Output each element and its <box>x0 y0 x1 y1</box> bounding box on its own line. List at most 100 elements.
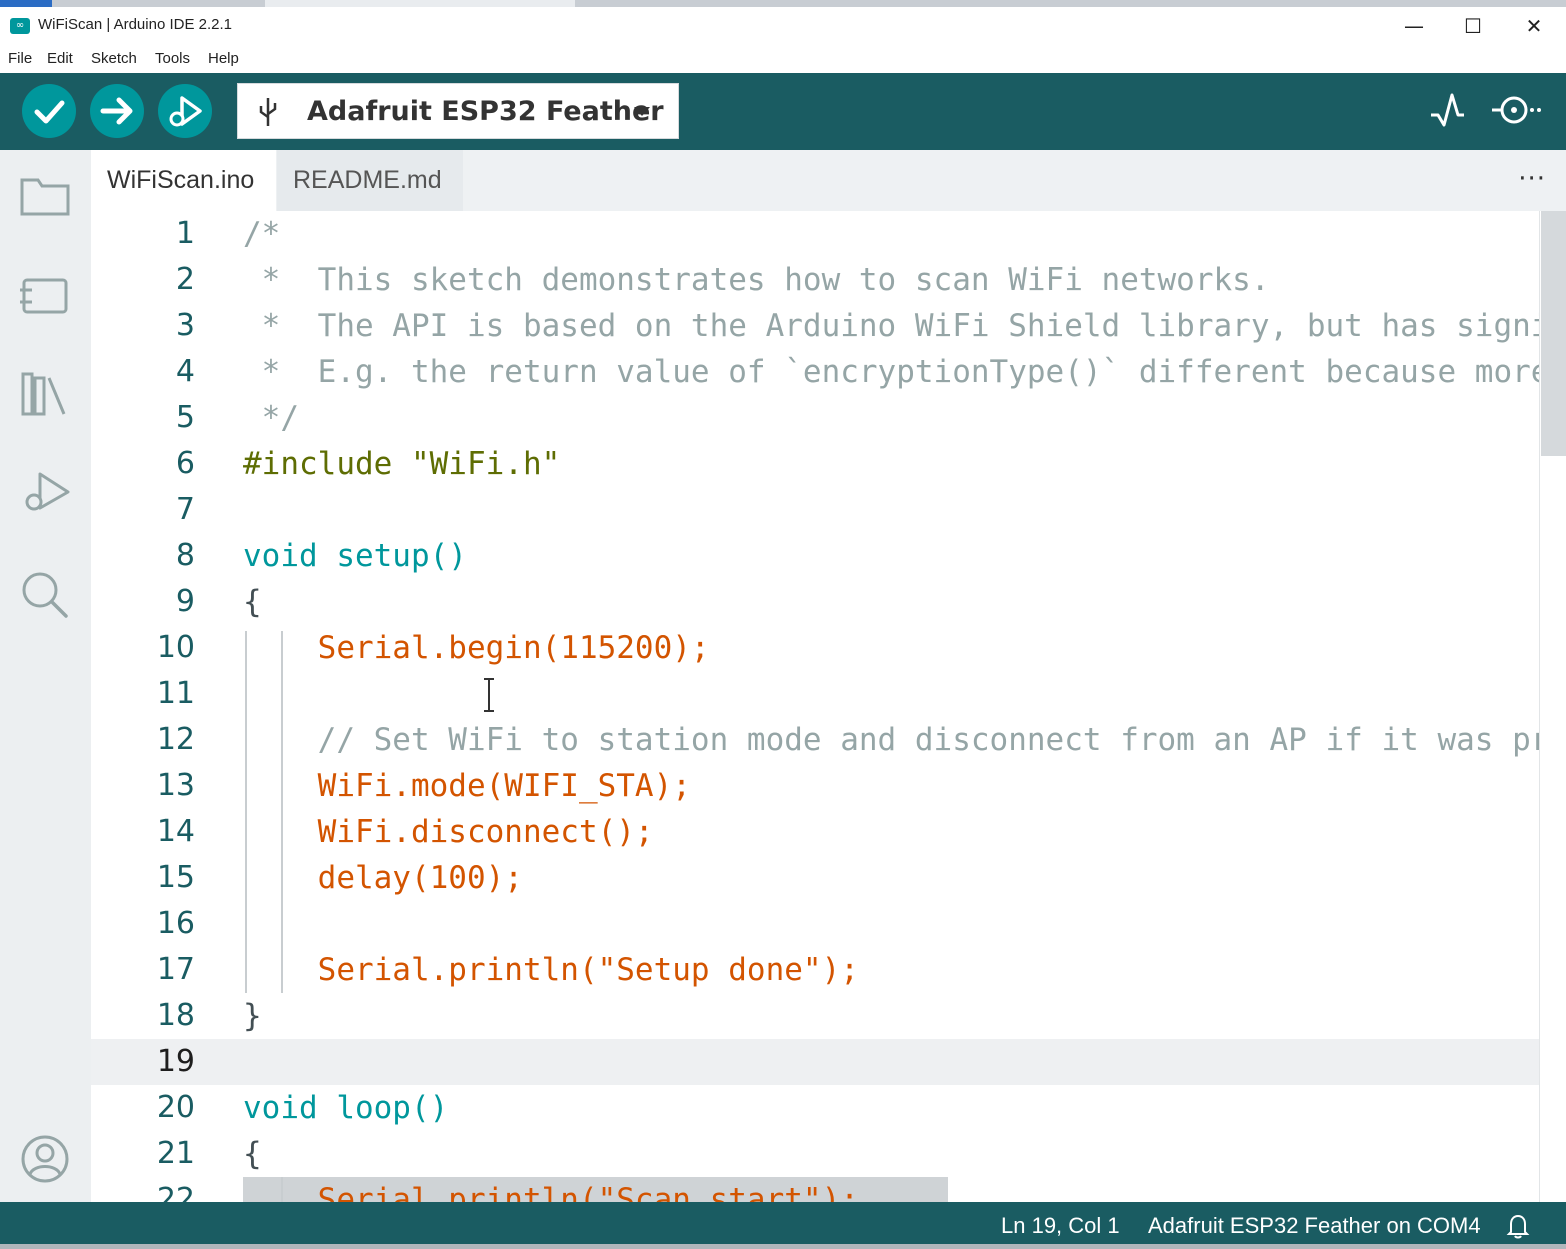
chevron-down-icon <box>634 107 650 116</box>
verify-icon <box>34 100 65 124</box>
code-line: 20 void loop() <box>91 1085 1539 1131</box>
code-editor[interactable]: 1 /* 2 * This sketch demonstrates how to … <box>91 211 1566 1202</box>
code-line: 11 <box>91 671 1539 717</box>
code-line: 3 * The API is based on the Arduino WiFi… <box>91 303 1550 349</box>
code-text: * The API is based on the Arduino WiFi S… <box>243 308 1550 344</box>
code-line: 5 */ <box>91 395 1539 441</box>
code-text: #include "WiFi.h" <box>243 446 561 482</box>
line-number: 2 <box>175 262 195 297</box>
maximize-button[interactable]: ☐ <box>1443 7 1503 45</box>
code-text: } <box>243 998 262 1034</box>
line-number: 20 <box>156 1090 195 1125</box>
menu-help[interactable]: Help <box>208 50 239 67</box>
code-line: 8 void setup() <box>91 533 1539 579</box>
vertical-scrollbar[interactable] <box>1539 211 1566 1202</box>
board-selector[interactable]: Adafruit ESP32 Feather <box>237 83 679 139</box>
line-number: 8 <box>175 538 195 573</box>
line-number: 15 <box>156 860 195 895</box>
line-number: 3 <box>175 308 195 343</box>
code-text: WiFi.disconnect(); <box>243 814 654 850</box>
arduino-app-icon: ∞ <box>10 18 30 34</box>
text-cursor-icon <box>484 678 494 712</box>
code-text: WiFi.mode(WIFI_STA); <box>243 768 691 804</box>
code-text: Serial.println("Setup done"); <box>243 952 859 988</box>
status-bar: Ln 19, Col 1 Adafruit ESP32 Feather on C… <box>0 1202 1566 1249</box>
code-text: void loop() <box>243 1090 449 1126</box>
menu-bar: File Edit Sketch Tools Help <box>0 45 1566 73</box>
code-line: 1 /* <box>91 211 1539 257</box>
line-number: 13 <box>156 768 195 803</box>
menu-sketch[interactable]: Sketch <box>91 50 137 67</box>
editor-tabs: WiFiScan.ino README.md ··· <box>91 150 1566 211</box>
debug-icon <box>169 96 202 127</box>
library-manager-icon[interactable] <box>18 368 72 418</box>
upload-button[interactable] <box>90 84 144 138</box>
code-line: 14 WiFi.disconnect(); <box>91 809 1539 855</box>
code-line: 10 Serial.begin(115200); <box>91 625 1539 671</box>
line-number: 14 <box>156 814 195 849</box>
board-name: Adafruit ESP32 Feather <box>307 96 664 127</box>
code-line: 17 Serial.println("Setup done"); <box>91 947 1539 993</box>
menu-edit[interactable]: Edit <box>47 50 73 67</box>
code-line: 9{ <box>91 579 1539 625</box>
upload-icon <box>100 97 133 125</box>
profile-icon[interactable] <box>18 1134 72 1184</box>
indent-guide <box>281 1177 283 1202</box>
tab-wifiscan-ino[interactable]: WiFiScan.ino <box>91 150 276 211</box>
code-text: /* <box>243 216 281 252</box>
line-number: 7 <box>175 492 195 527</box>
code-line: 18} <box>91 993 1539 1039</box>
line-number: 4 <box>175 354 195 389</box>
window-title: WiFiScan | Arduino IDE 2.2.1 <box>38 16 232 33</box>
code-text: delay(100); <box>243 860 523 896</box>
tab-readme-md[interactable]: README.md <box>277 150 463 211</box>
code-text: { <box>243 584 262 620</box>
code-line: 16 <box>91 901 1539 947</box>
indent-guide <box>281 631 283 993</box>
sketchbook-folder-icon[interactable] <box>18 172 72 218</box>
verify-button[interactable] <box>22 84 76 138</box>
code-line: 15 delay(100); <box>91 855 1539 901</box>
minimize-button[interactable]: — <box>1384 7 1444 45</box>
line-number: 22 <box>156 1182 195 1202</box>
code-line: 6 #include "WiFi.h" <box>91 441 1539 487</box>
code-line: 13 WiFi.mode(WIFI_STA); <box>91 763 1539 809</box>
os-taskbar-strip-bottom <box>0 1244 1566 1249</box>
code-line: 12 // Set WiFi to station mode and disco… <box>91 717 1550 763</box>
code-text: Serial.println("Scan start"); <box>243 1182 859 1202</box>
bell-icon[interactable] <box>1506 1213 1530 1239</box>
line-number: 19 <box>156 1044 195 1079</box>
window-titlebar: ∞ WiFiScan | Arduino IDE 2.2.1 — ☐ ✕ <box>0 7 1566 45</box>
line-number: 11 <box>156 676 195 711</box>
line-number: 1 <box>175 216 195 251</box>
more-icon[interactable]: ··· <box>1518 164 1546 194</box>
code-line: 2 * This sketch demonstrates how to scan… <box>91 257 1539 303</box>
code-line: 21 { <box>91 1131 1539 1177</box>
serial-monitor-icon[interactable] <box>1490 89 1544 131</box>
code-text: { <box>243 1136 262 1172</box>
line-number: 18 <box>156 998 195 1033</box>
code-text: * E.g. the return value of `encryptionTy… <box>243 354 1550 390</box>
close-button[interactable]: ✕ <box>1504 7 1564 45</box>
code-line: 4 * E.g. the return value of `encryption… <box>91 349 1550 395</box>
code-text: */ <box>243 400 299 436</box>
code-text: void setup() <box>243 538 467 574</box>
code-text: // Set WiFi to station mode and disconne… <box>243 722 1550 758</box>
menu-file[interactable]: File <box>8 50 32 67</box>
code-line: 22 Serial.println("Scan start"); <box>91 1177 1539 1202</box>
board-port-status[interactable]: Adafruit ESP32 Feather on COM4 <box>1148 1213 1481 1239</box>
scrollbar-thumb[interactable] <box>1541 211 1566 456</box>
cursor-position[interactable]: Ln 19, Col 1 <box>1001 1213 1120 1239</box>
usb-icon <box>259 98 277 126</box>
code-text: Serial.begin(115200); <box>243 630 710 666</box>
debug-button[interactable] <box>158 84 212 138</box>
code-line: 7 <box>91 487 1539 533</box>
boards-manager-icon[interactable] <box>18 272 72 318</box>
line-number: 12 <box>156 722 195 757</box>
line-number: 9 <box>175 584 195 619</box>
debug-icon[interactable] <box>18 468 74 518</box>
activity-sidebar <box>0 150 91 1202</box>
serial-plotter-icon[interactable] <box>1428 89 1466 131</box>
search-icon[interactable] <box>18 568 72 618</box>
menu-tools[interactable]: Tools <box>155 50 190 67</box>
